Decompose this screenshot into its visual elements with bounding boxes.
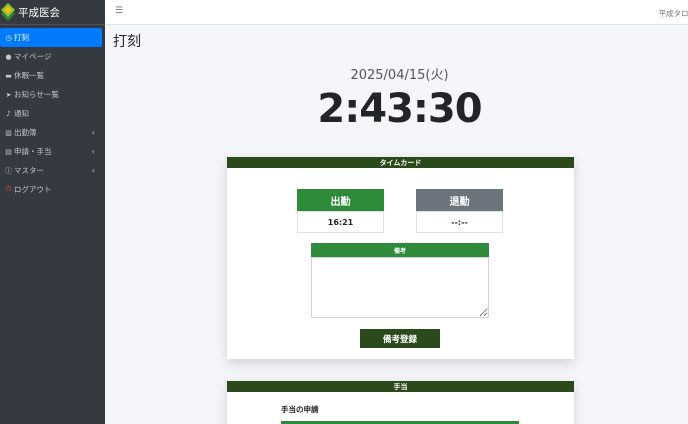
sidebar-item-stamp[interactable]: ◷ 打刻 — [0, 28, 102, 47]
bell-icon: ♪ — [6, 109, 11, 118]
timecard-card: タイムカード 出勤 退勤 16:21 --:-- 備考 備考登録 — [227, 157, 574, 359]
brand-name: 平成医会 — [18, 6, 60, 19]
sidebar-nav: ◷ 打刻 ● マイページ ▬ 休暇一覧 ➤ お知らせ一覧 ♪ 通知 ▥ 出勤簿 … — [0, 28, 105, 199]
sidebar-item-master[interactable]: ⓘ マスター ‹ — [0, 161, 105, 180]
sidebar-item-label: 通知 — [14, 109, 29, 118]
current-time: 2:43:30 — [317, 86, 482, 132]
user-icon: ● — [5, 52, 12, 61]
sidebar-item-label: 申請・手当 — [14, 147, 52, 156]
info-icon: ⓘ — [5, 166, 12, 175]
chevron-left-icon: ‹ — [91, 147, 95, 156]
sidebar-item-label: お知らせ一覧 — [14, 90, 59, 99]
user-name[interactable]: 平成タロウ — [659, 8, 688, 19]
page-title: 打刻 — [113, 34, 141, 50]
sidebar-item-mypage[interactable]: ● マイページ — [0, 47, 105, 66]
list-icon: ▤ — [5, 147, 12, 156]
sidebar: 平成医会 ◷ 打刻 ● マイページ ▬ 休暇一覧 ➤ お知らせ一覧 ♪ 通知 ▥… — [0, 0, 105, 424]
sidebar-item-label: 休暇一覧 — [14, 71, 44, 80]
book-icon: ▥ — [5, 128, 12, 137]
allowance-card: 手当 手当の申請 — [227, 381, 574, 424]
paper-plane-icon: ➤ — [5, 90, 12, 99]
clock-icon: ◷ — [5, 33, 12, 42]
memo-header: 備考 — [311, 243, 489, 257]
sidebar-item-notices[interactable]: ➤ お知らせ一覧 — [0, 85, 105, 104]
memo-textarea[interactable] — [311, 257, 489, 318]
bed-icon: ▬ — [5, 71, 12, 80]
sidebar-item-logout[interactable]: ⏻ ログアウト — [0, 180, 105, 199]
clock-out-button[interactable]: 退勤 — [416, 189, 503, 211]
power-icon: ⏻ — [5, 185, 12, 193]
sidebar-item-requests[interactable]: ▤ 申請・手当 ‹ — [0, 142, 105, 161]
memo-submit-button[interactable]: 備考登録 — [360, 329, 440, 348]
menu-toggle-icon[interactable]: ☰ — [115, 6, 123, 16]
clock-in-button[interactable]: 出勤 — [297, 189, 384, 211]
brand[interactable]: 平成医会 — [0, 0, 105, 25]
sidebar-item-attendance[interactable]: ▥ 出勤簿 ‹ — [0, 123, 105, 142]
sidebar-item-label: マイページ — [14, 52, 52, 61]
sidebar-item-label: マスター — [14, 166, 44, 175]
sidebar-item-notifications[interactable]: ♪ 通知 — [0, 104, 105, 123]
chevron-left-icon: ‹ — [91, 166, 95, 175]
clock-in-time: 16:21 — [297, 211, 384, 233]
sidebar-item-leave-list[interactable]: ▬ 休暇一覧 — [0, 66, 105, 85]
sidebar-item-label: ログアウト — [14, 185, 52, 194]
current-date: 2025/04/15(火) — [350, 68, 449, 83]
brand-logo-icon — [0, 2, 16, 22]
allowance-header: 手当 — [227, 381, 574, 392]
clock-out-time: --:-- — [416, 211, 503, 233]
sidebar-item-label: 打刻 — [14, 33, 29, 42]
timecard-header: タイムカード — [227, 157, 574, 168]
top-navbar: ☰ 平成タロウ — [105, 0, 688, 25]
allowance-section-label: 手当の申請 — [281, 405, 319, 414]
chevron-left-icon: ‹ — [91, 128, 95, 137]
sidebar-item-label: 出勤簿 — [14, 128, 37, 137]
